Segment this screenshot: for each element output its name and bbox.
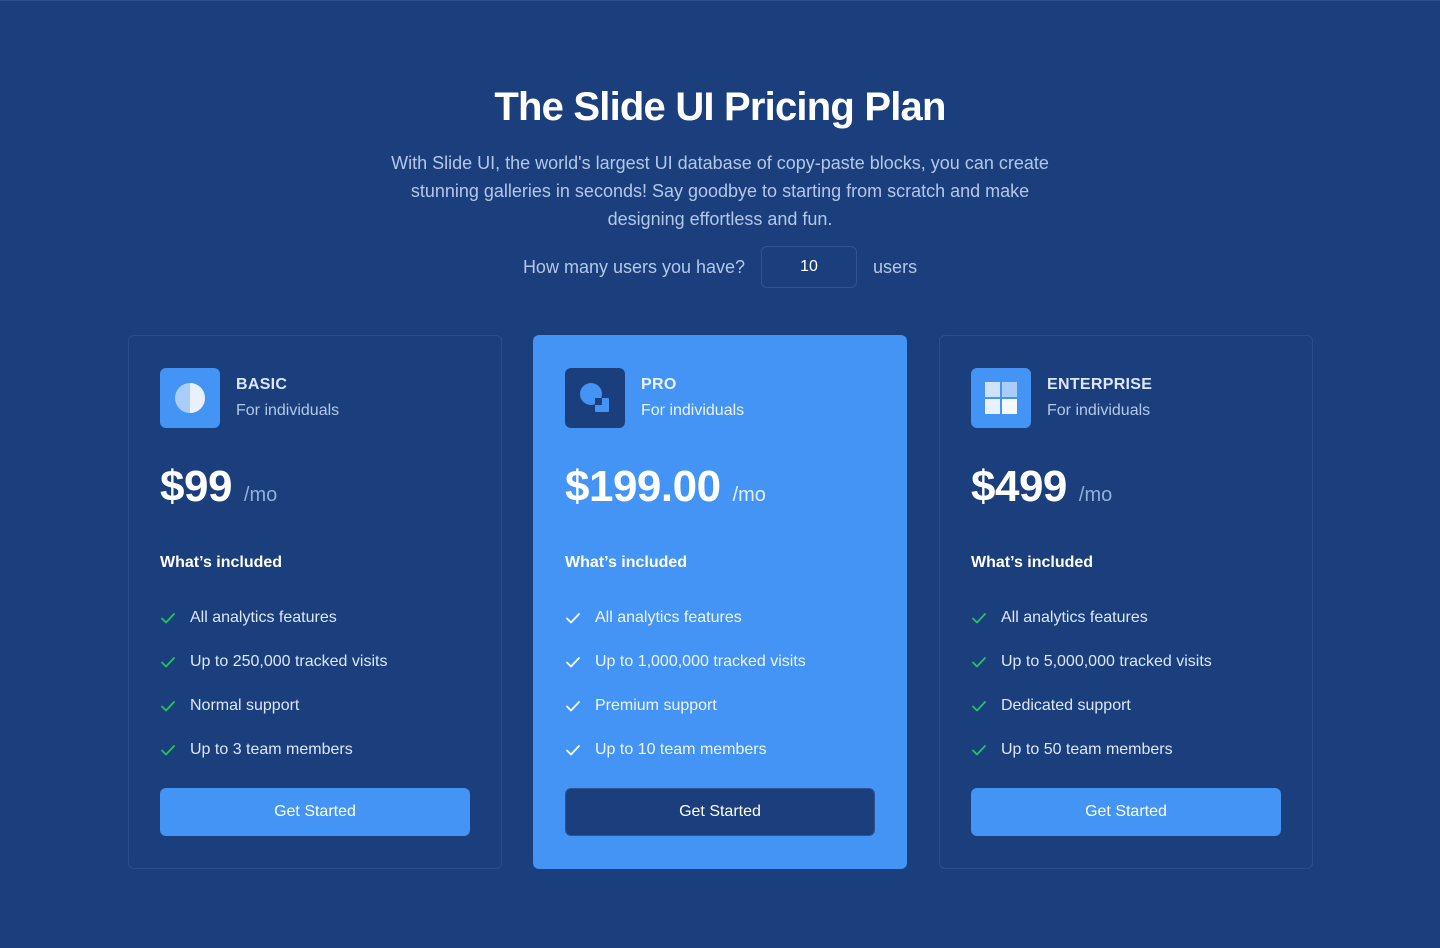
plan-card-pro: PRO For individuals $199.00 /mo What’s i… — [533, 335, 907, 869]
feature-item: Up to 50 team members — [971, 740, 1281, 760]
feature-text: Up to 250,000 tracked visits — [190, 653, 388, 670]
feature-list: All analytics features Up to 250,000 tra… — [160, 608, 470, 760]
feature-item: Up to 3 team members — [160, 740, 470, 760]
feature-text: All analytics features — [190, 609, 337, 626]
plan-header: BASIC For individuals — [160, 368, 470, 428]
get-started-button-basic[interactable]: Get Started — [160, 788, 470, 836]
feature-list: All analytics features Up to 5,000,000 t… — [971, 608, 1281, 760]
check-icon — [160, 610, 176, 626]
feature-text: All analytics features — [595, 609, 742, 626]
feature-item: All analytics features — [565, 608, 875, 628]
check-icon — [565, 742, 581, 758]
price-period: /mo — [732, 484, 766, 506]
check-icon — [160, 698, 176, 714]
feature-text: Up to 10 team members — [595, 741, 767, 758]
check-icon — [971, 698, 987, 714]
check-icon — [160, 654, 176, 670]
feature-item: All analytics features — [971, 608, 1281, 628]
feature-text: Dedicated support — [1001, 697, 1131, 714]
plan-name: ENTERPRISE — [1047, 376, 1153, 393]
included-heading: What’s included — [160, 554, 283, 571]
price-row: $199.00 /mo — [565, 462, 875, 512]
check-icon — [971, 742, 987, 758]
pricing-header: The Slide UI Pricing Plan With Slide UI,… — [0, 81, 1440, 233]
plan-price: $99 — [160, 462, 232, 511]
plan-card-enterprise: ENTERPRISE For individuals $499 /mo What… — [939, 335, 1313, 869]
check-icon — [971, 610, 987, 626]
plan-name: BASIC — [236, 376, 288, 393]
check-icon — [565, 654, 581, 670]
price-period: /mo — [1078, 484, 1113, 506]
feature-list: All analytics features Up to 1,000,000 t… — [565, 608, 875, 760]
price-row: $499 /mo — [971, 462, 1281, 512]
feature-item: Up to 1,000,000 tracked visits — [565, 652, 875, 672]
half-circle-icon — [160, 368, 220, 428]
feature-text: Normal support — [190, 697, 300, 714]
feature-text: Up to 5,000,000 tracked visits — [1001, 653, 1212, 670]
plan-name: PRO — [641, 376, 677, 393]
check-icon — [971, 654, 987, 670]
users-question-label: How many users you have? — [522, 256, 746, 277]
plan-header: ENTERPRISE For individuals — [971, 368, 1281, 428]
plan-card-basic: BASIC For individuals $99 /mo What’s inc… — [128, 335, 502, 869]
feature-item: All analytics features — [160, 608, 470, 628]
page-title: The Slide UI Pricing Plan — [494, 85, 946, 129]
feature-item: Up to 10 team members — [565, 740, 875, 760]
included-heading: What’s included — [565, 554, 688, 571]
grid-icon — [971, 368, 1031, 428]
feature-text: Up to 1,000,000 tracked visits — [595, 653, 806, 670]
feature-item: Premium support — [565, 696, 875, 716]
get-started-button-pro[interactable]: Get Started — [565, 788, 875, 836]
page-subtitle: With Slide UI, the world's largest UI da… — [391, 153, 1049, 229]
plan-description: For individuals — [1047, 402, 1151, 419]
included-heading: What’s included — [971, 554, 1094, 571]
feature-text: Up to 3 team members — [190, 741, 353, 758]
feature-text: Premium support — [595, 697, 717, 714]
users-count-row: How many users you have? users — [0, 246, 1440, 288]
check-icon — [565, 610, 581, 626]
users-suffix-label: users — [873, 256, 918, 277]
feature-text: All analytics features — [1001, 609, 1148, 626]
check-icon — [565, 698, 581, 714]
get-started-button-enterprise[interactable]: Get Started — [971, 788, 1281, 836]
price-row: $99 /mo — [160, 462, 470, 512]
users-count-input[interactable] — [761, 246, 858, 288]
plan-price: $499 — [971, 462, 1067, 511]
feature-item: Up to 250,000 tracked visits — [160, 652, 470, 672]
plan-description: For individuals — [236, 402, 340, 419]
plan-description: For individuals — [641, 402, 745, 419]
check-icon — [160, 742, 176, 758]
feature-item: Up to 5,000,000 tracked visits — [971, 652, 1281, 672]
feature-item: Dedicated support — [971, 696, 1281, 716]
feature-text: Up to 50 team members — [1001, 741, 1173, 758]
feature-item: Normal support — [160, 696, 470, 716]
shapes-icon — [565, 368, 625, 428]
plan-header: PRO For individuals — [565, 368, 875, 428]
price-period: /mo — [243, 484, 278, 506]
plan-price: $199.00 — [565, 462, 721, 511]
